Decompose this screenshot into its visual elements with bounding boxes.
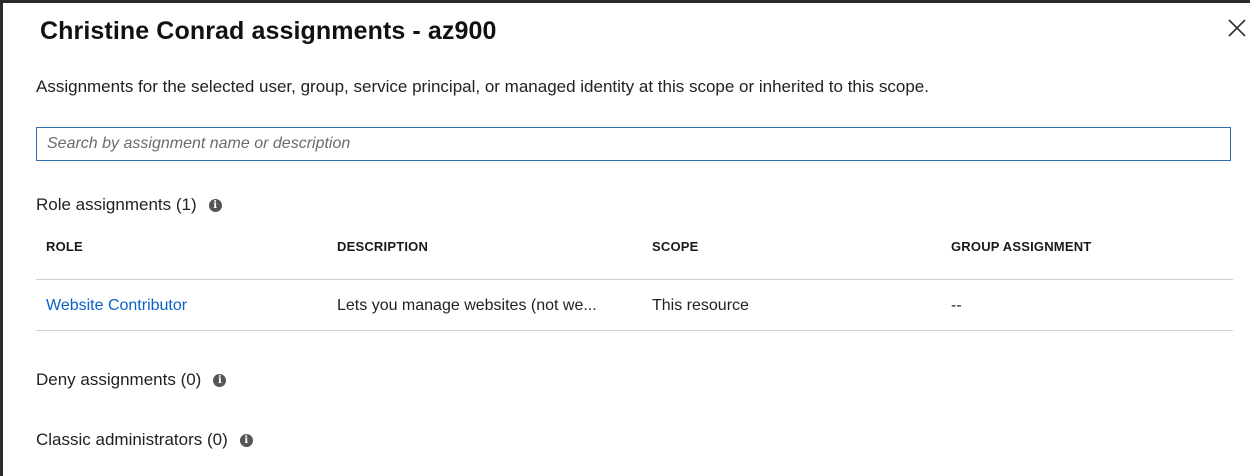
column-header-description[interactable]: DESCRIPTION	[337, 239, 428, 254]
panel-description: Assignments for the selected user, group…	[36, 77, 929, 96]
column-header-scope[interactable]: SCOPE	[652, 239, 699, 254]
info-icon[interactable]: i	[213, 373, 227, 387]
column-header-group-assignment[interactable]: GROUP ASSIGNMENT	[951, 239, 1091, 254]
table-header-divider	[36, 279, 1233, 280]
role-assignments-label: Role assignments (1)	[36, 195, 197, 214]
role-description: Lets you manage websites (not we...	[337, 297, 597, 314]
panel-title: Christine Conrad assignments - az900	[40, 17, 497, 45]
info-icon[interactable]: i	[239, 433, 253, 447]
assignments-panel: Christine Conrad assignments - az900 Ass…	[0, 0, 1250, 476]
role-link[interactable]: Website Contributor	[46, 297, 187, 315]
classic-administrators-header: Classic administrators (0) i	[36, 430, 253, 450]
deny-assignments-label: Deny assignments (0)	[36, 370, 202, 389]
role-assignments-header: Role assignments (1) i	[36, 195, 222, 215]
group-assignment-value: --	[951, 297, 962, 314]
close-icon[interactable]	[1225, 16, 1249, 40]
table-row-divider	[36, 330, 1233, 331]
classic-administrators-label: Classic administrators (0)	[36, 430, 228, 449]
role-scope: This resource	[652, 297, 749, 314]
search-input[interactable]	[36, 127, 1231, 161]
column-header-role[interactable]: ROLE	[46, 239, 83, 254]
deny-assignments-header: Deny assignments (0) i	[36, 370, 227, 390]
info-icon[interactable]: i	[208, 198, 222, 212]
